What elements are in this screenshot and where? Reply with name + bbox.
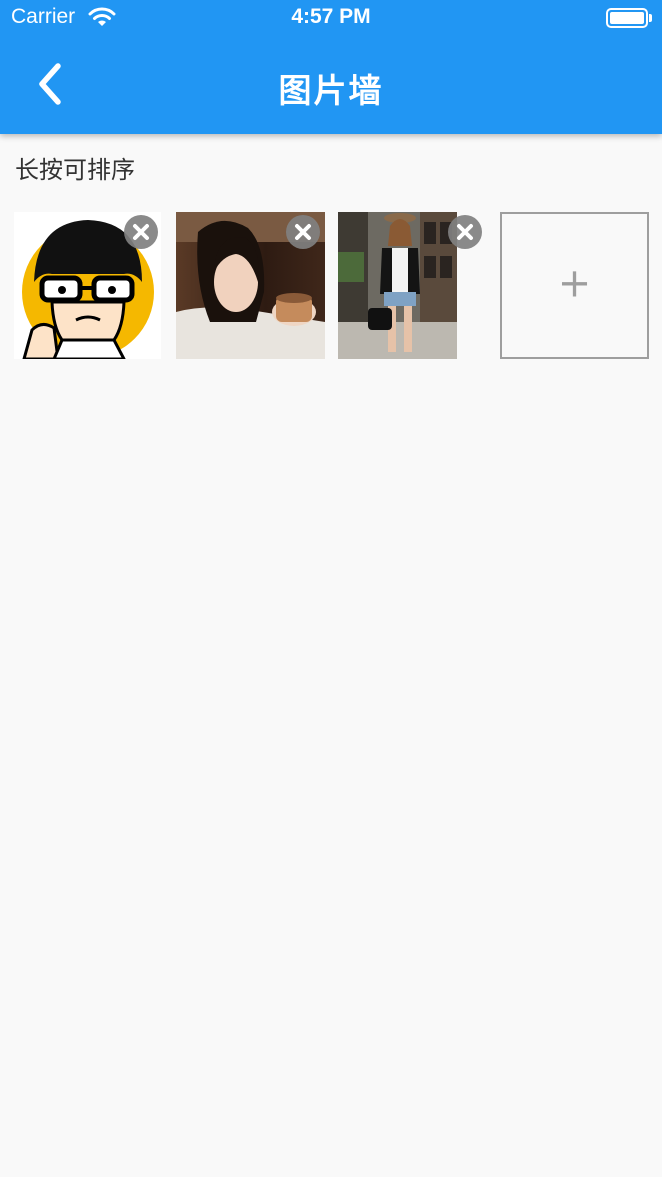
app-bar: Carrier 4:57 PM 图片墙 [0, 0, 662, 134]
close-icon [457, 224, 473, 240]
photo-tile-street[interactable] [338, 212, 457, 359]
page-title: 图片墙 [278, 71, 384, 110]
street-photo-image [338, 212, 457, 359]
delete-button-photo-3[interactable] [448, 215, 482, 249]
status-bar: Carrier 4:57 PM [0, 0, 662, 40]
clock: 4:57 PM [291, 5, 371, 28]
close-icon [295, 224, 311, 240]
add-photo-button[interactable]: + [500, 212, 649, 359]
plus-icon: + [557, 260, 592, 307]
delete-button-photo-1[interactable] [124, 215, 158, 249]
sort-hint: 长按可排序 [15, 156, 135, 184]
battery-tip [649, 14, 652, 22]
battery-icon [606, 8, 648, 28]
close-icon [133, 224, 149, 240]
delete-button-photo-2[interactable] [286, 215, 320, 249]
